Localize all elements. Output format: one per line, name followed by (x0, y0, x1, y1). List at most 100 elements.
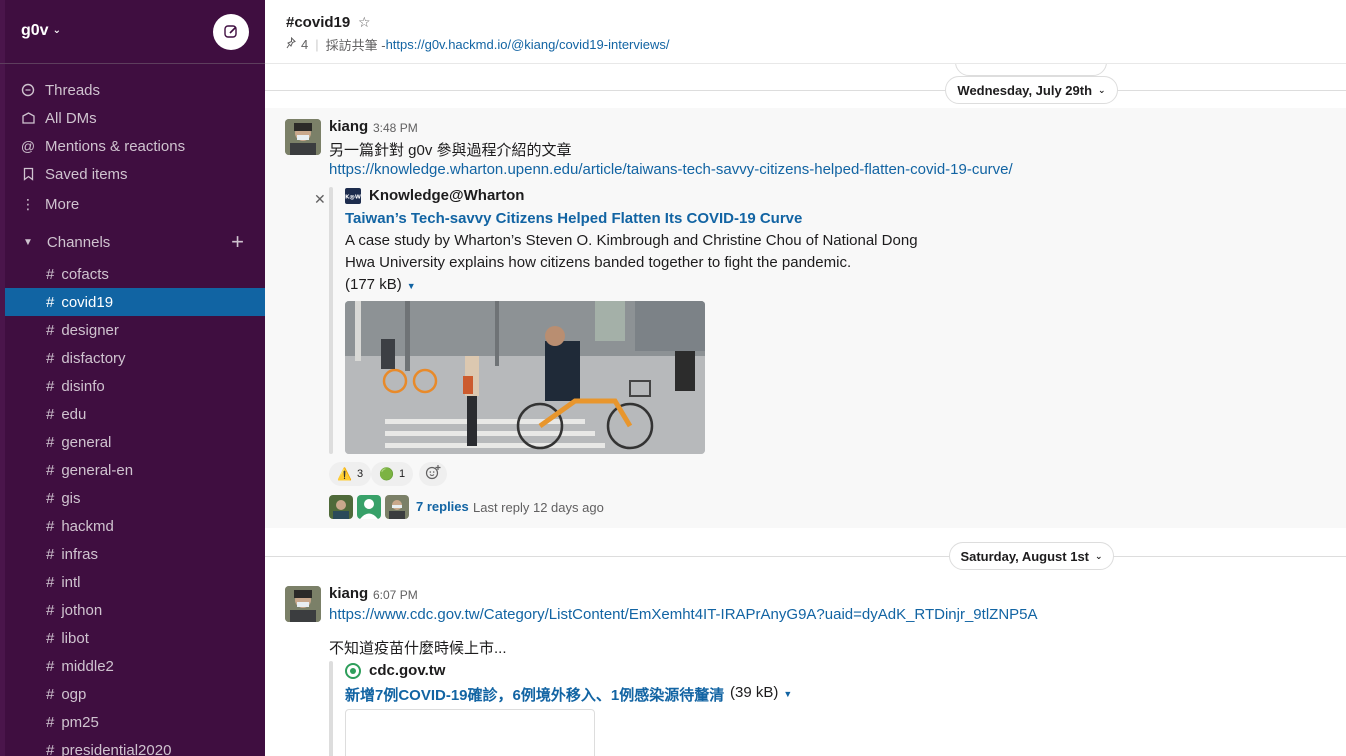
bookmark-icon (20, 167, 36, 181)
thread-replies-link[interactable]: 7 replies (416, 499, 469, 514)
date-divider-line (265, 556, 1346, 557)
message-sender[interactable]: kiang (329, 585, 368, 602)
thread-last-reply: Last reply 12 days ago (473, 500, 604, 515)
pin-count[interactable]: 4 (301, 37, 308, 52)
workspace-header[interactable]: g0v ⌄ (0, 0, 265, 64)
caret-down-icon: ▼ (406, 281, 416, 291)
sidebar-channel-ogp[interactable]: # ogp (5, 680, 265, 708)
avatar[interactable] (285, 586, 321, 622)
sidebar-channel-jothon[interactable]: # jothon (5, 596, 265, 624)
attachment-bar (329, 187, 333, 454)
hash-icon: # (46, 265, 55, 283)
add-channel-icon[interactable]: + (231, 229, 244, 255)
hash-icon: # (46, 293, 55, 311)
sidebar-channel-cofacts[interactable]: # cofacts (5, 260, 265, 288)
hash-icon: # (46, 349, 55, 367)
warning-icon: ⚠️ (337, 467, 352, 481)
channels-section-header[interactable]: ▼ Channels + (20, 229, 250, 255)
nav-more[interactable]: ⋮ More (20, 193, 79, 215)
attachment-image[interactable] (345, 709, 595, 756)
star-icon[interactable]: ☆ (358, 14, 371, 31)
topic-prefix: 採訪共筆 - (325, 38, 386, 53)
nav-all-dms[interactable]: All DMs (20, 107, 97, 129)
hash-icon: # (46, 489, 55, 507)
add-reaction-button[interactable] (419, 462, 447, 486)
more-icon: ⋮ (21, 195, 35, 212)
divider: | (315, 37, 319, 52)
sidebar-channel-middle2[interactable]: # middle2 (5, 652, 265, 680)
hash-icon: # (46, 433, 55, 451)
message-sender[interactable]: kiang (329, 118, 368, 135)
close-icon[interactable]: ✕ (314, 191, 326, 208)
caret-down-icon: ▼ (23, 236, 33, 248)
message-link[interactable]: https://www.cdc.gov.tw/Category/ListCont… (329, 606, 1038, 623)
attachment-title[interactable]: Taiwan’s Tech-savvy Citizens Helped Flat… (345, 210, 802, 227)
hash-icon: # (46, 685, 55, 703)
hash-icon: # (46, 601, 55, 619)
sidebar-channel-general-en[interactable]: # general-en (5, 456, 265, 484)
chevron-down-icon: ⌄ (1098, 84, 1106, 95)
attachment-title[interactable]: 新增7例COVID-19確診，6例境外移入、1例感染源待釐清 (345, 684, 724, 705)
avatar[interactable] (385, 495, 409, 519)
hash-icon: # (46, 741, 55, 756)
emoji-add-icon (425, 464, 441, 484)
main-pane: #covid19 ☆ 4 | 採訪共筆 - https://g0v.hackmd… (265, 0, 1346, 756)
wharton-logo-icon: K@W (345, 187, 361, 204)
compose-button[interactable] (213, 14, 249, 50)
message-text: 另一篇針對 g0v 參與過程介紹的文章 (329, 142, 572, 159)
sidebar-channel-libot[interactable]: # libot (5, 624, 265, 652)
attachment-size[interactable]: (177 kB) ▼ (345, 276, 416, 293)
sidebar-channel-hackmd[interactable]: # hackmd (5, 512, 265, 540)
dm-icon (20, 111, 36, 125)
sidebar-channel-covid19[interactable]: # covid19 (5, 288, 265, 316)
mention-icon: @ (20, 138, 36, 154)
channel-title[interactable]: #covid19 (286, 14, 350, 31)
hash-icon: # (46, 713, 55, 731)
sidebar-channel-intl[interactable]: # intl (5, 568, 265, 596)
nav-mentions[interactable]: @ Mentions & reactions (20, 135, 185, 157)
nav-saved-items[interactable]: Saved items (20, 163, 128, 185)
hash-icon: # (46, 545, 55, 563)
attachment-site: K@W Knowledge@Wharton (345, 187, 525, 204)
date-divider-july-29[interactable]: Wednesday, July 29th ⌄ (945, 76, 1118, 104)
sidebar-channel-gis[interactable]: # gis (5, 484, 265, 512)
topic-link[interactable]: https://g0v.hackmd.io/@kiang/covid19-int… (386, 37, 670, 52)
hash-icon: # (46, 573, 55, 591)
hash-icon: # (46, 405, 55, 423)
workspace-name[interactable]: g0v ⌄ (21, 22, 61, 40)
sidebar: g0v ⌄ Threads All DMs @ Mentions & reacti… (0, 0, 265, 756)
date-divider-aug-1[interactable]: Saturday, August 1st ⌄ (949, 542, 1114, 570)
sidebar-channel-edu[interactable]: # edu (5, 400, 265, 428)
hash-icon: # (46, 321, 55, 339)
attachment-image[interactable] (345, 301, 705, 454)
sidebar-channel-disinfo[interactable]: # disinfo (5, 372, 265, 400)
attachment-size[interactable]: (39 kB) ▼ (730, 684, 792, 701)
sidebar-channel-disfactory[interactable]: # disfactory (5, 344, 265, 372)
threads-icon (20, 83, 36, 97)
attachment-site: cdc.gov.tw (345, 662, 445, 679)
avatar[interactable] (329, 495, 353, 519)
hash-icon: # (46, 461, 55, 479)
compose-icon (224, 25, 237, 38)
sidebar-channel-presidential2020[interactable]: # presidential2020 (5, 736, 265, 756)
reaction-g0v[interactable]: 🟢 1 (371, 462, 414, 486)
sidebar-channel-designer[interactable]: # designer (5, 316, 265, 344)
avatar[interactable] (357, 495, 381, 519)
hash-icon: # (46, 629, 55, 647)
svg-text:K@W: K@W (345, 194, 361, 200)
hash-icon: # (46, 657, 55, 675)
cdc-logo-icon (345, 662, 361, 679)
sidebar-channel-general[interactable]: # general (5, 428, 265, 456)
nav-threads[interactable]: Threads (20, 79, 100, 101)
pin-icon[interactable] (286, 36, 297, 52)
message-link[interactable]: https://knowledge.wharton.upenn.edu/arti… (329, 161, 1013, 178)
message-time[interactable]: 3:48 PM (373, 121, 418, 135)
channel-meta: 4 | 採訪共筆 - https://g0v.hackmd.io/@kiang/… (286, 35, 670, 54)
sidebar-channel-pm25[interactable]: # pm25 (5, 708, 265, 736)
reaction-warning[interactable]: ⚠️ 3 (329, 462, 372, 486)
sidebar-channel-infras[interactable]: # infras (5, 540, 265, 568)
avatar[interactable] (285, 119, 321, 155)
message-time[interactable]: 6:07 PM (373, 588, 418, 602)
attachment-description: A case study by Wharton’s Steven O. Kimb… (345, 232, 918, 271)
hash-icon: # (46, 517, 55, 535)
